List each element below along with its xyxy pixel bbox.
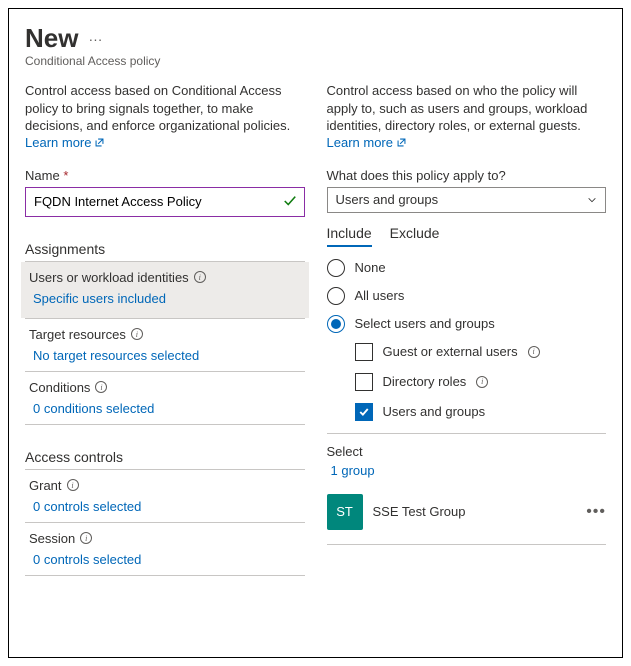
checkbox-directory-roles[interactable]: Directory roles i [355,373,607,391]
apply-to-value: Users and groups [336,192,439,207]
info-icon[interactable]: i [131,328,143,340]
conditions-row[interactable]: Conditions i 0 conditions selected [25,372,305,424]
checkbox-guest-users-label: Guest or external users [383,344,518,359]
more-icon[interactable]: ··· [88,31,102,47]
select-value-link[interactable]: 1 group [327,463,607,478]
list-item[interactable]: ST SSE Test Group ••• [327,494,607,530]
target-resources-row[interactable]: Target resources i No target resources s… [25,319,305,371]
left-description: Control access based on Conditional Acce… [25,82,305,135]
apply-to-select[interactable]: Users and groups [327,187,607,213]
users-identities-value[interactable]: Specific users included [29,291,301,308]
target-resources-value[interactable]: No target resources selected [29,348,301,371]
radio-all-users[interactable]: All users [327,287,607,305]
checkbox-users-groups[interactable]: Users and groups [355,403,607,421]
check-icon [358,406,370,418]
target-resources-label: Target resources [29,327,126,342]
info-icon[interactable]: i [476,376,488,388]
radio-none[interactable]: None [327,259,607,277]
conditions-value[interactable]: 0 conditions selected [29,401,301,424]
group-name: SSE Test Group [373,504,577,519]
info-icon[interactable]: i [194,271,206,283]
grant-row[interactable]: Grant i 0 controls selected [25,470,305,522]
radio-all-users-label: All users [355,288,405,303]
checkbox-guest-users[interactable]: Guest or external users i [355,343,607,361]
more-icon[interactable]: ••• [586,503,606,521]
name-label: Name * [25,168,305,183]
session-label: Session [29,531,75,546]
select-heading: Select [327,444,607,459]
checkbox-users-groups-label: Users and groups [383,404,486,419]
name-input[interactable] [25,187,305,217]
users-identities-label: Users or workload identities [29,270,189,285]
right-description: Control access based on who the policy w… [327,82,607,135]
apply-to-label: What does this policy apply to? [327,168,607,183]
info-icon[interactable]: i [528,346,540,358]
tab-exclude[interactable]: Exclude [390,225,440,247]
info-icon[interactable]: i [67,479,79,491]
external-link-icon [94,137,105,148]
page-subtitle: Conditional Access policy [25,54,606,68]
learn-more-link[interactable]: Learn more [25,135,105,150]
radio-select-users-label: Select users and groups [355,316,495,331]
users-identities-row[interactable]: Users or workload identities i Specific … [21,262,309,318]
page-title: New [25,23,78,54]
radio-none-label: None [355,260,386,275]
session-row[interactable]: Session i 0 controls selected [25,523,305,575]
session-value[interactable]: 0 controls selected [29,552,301,575]
learn-more-label-right: Learn more [327,135,393,150]
checkbox-directory-roles-label: Directory roles [383,374,467,389]
info-icon[interactable]: i [95,381,107,393]
info-icon[interactable]: i [80,532,92,544]
external-link-icon [396,137,407,148]
grant-label: Grant [29,478,62,493]
assignments-heading: Assignments [25,241,305,257]
learn-more-label: Learn more [25,135,91,150]
chevron-down-icon [587,195,597,205]
access-controls-heading: Access controls [25,449,305,465]
checkmark-icon [283,194,297,208]
conditions-label: Conditions [29,380,90,395]
avatar: ST [327,494,363,530]
learn-more-link-right[interactable]: Learn more [327,135,407,150]
tab-include[interactable]: Include [327,225,372,247]
radio-select-users[interactable]: Select users and groups [327,315,607,333]
grant-value[interactable]: 0 controls selected [29,499,301,522]
